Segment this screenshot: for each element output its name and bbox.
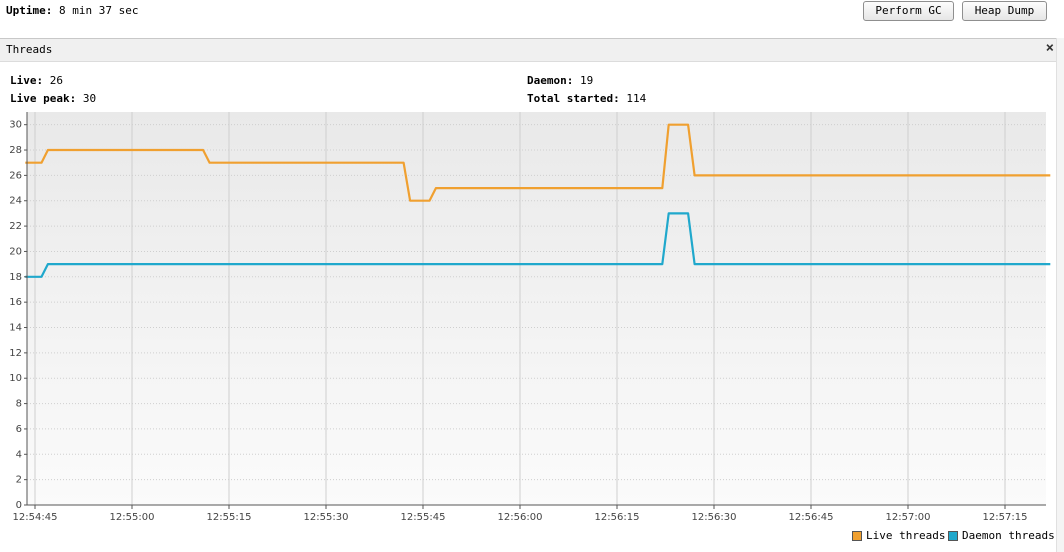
threads-chart: 02468101214161820222426283012:54:45 12:55…: [9, 112, 1051, 523]
y-tick-label: 8: [16, 399, 22, 410]
legend-live-label: Live threads: [866, 529, 946, 542]
x-tick-label: 12:57:00: [886, 512, 931, 523]
y-tick-label: 28: [9, 145, 22, 156]
y-tick-label: 10: [9, 373, 22, 384]
y-tick-label: 2: [16, 475, 22, 486]
live-value: 26: [49, 74, 63, 87]
live-stat: Live: 26: [10, 74, 63, 87]
daemon-value: 19: [579, 74, 594, 87]
x-tick-label: 12:55:30: [304, 512, 349, 523]
x-tick-label: 12:57:15: [983, 512, 1028, 523]
live-threads-swatch: [852, 530, 862, 541]
live-label: Live:: [10, 74, 44, 87]
legend-daemon-label: Daemon threads: [962, 529, 1055, 542]
total-started-value: 114: [626, 92, 647, 105]
x-tick-label: 12:56:00: [498, 512, 543, 523]
heap-dump-button[interactable]: Heap Dump: [962, 1, 1047, 21]
daemon-label: Daemon:: [527, 74, 574, 87]
x-tick-label: 12:56:15: [595, 512, 640, 523]
live-peak-label: Live peak:: [10, 92, 77, 105]
uptime-value: 8 min 37 sec: [58, 4, 139, 17]
y-tick-label: 6: [16, 424, 22, 435]
top-bar: Uptime: 8 min 37 sec Perform GC Heap Dum…: [0, 0, 1064, 36]
live-peak-stat: Live peak: 30: [10, 92, 96, 105]
daemon-stat: Daemon: 19: [527, 74, 593, 87]
uptime: Uptime: 8 min 37 sec: [6, 4, 138, 17]
total-started-label: Total started:: [527, 92, 620, 105]
y-tick-label: 20: [9, 246, 22, 257]
y-tick-label: 30: [9, 120, 22, 131]
y-tick-label: 18: [9, 272, 22, 283]
legend-live: Live threads: [852, 529, 945, 542]
uptime-label: Uptime:: [6, 4, 53, 17]
x-tick-label: 12:55:15: [207, 512, 252, 523]
legend-daemon: Daemon threads: [948, 529, 1055, 542]
y-tick-label: 4: [16, 449, 22, 460]
y-tick-label: 12: [9, 348, 22, 359]
y-tick-label: 24: [9, 196, 22, 207]
x-tick-label: 12:56:45: [789, 512, 834, 523]
y-tick-label: 16: [9, 297, 22, 308]
x-tick-label: 12:55:45: [401, 512, 446, 523]
daemon-threads-swatch: [948, 530, 958, 541]
y-tick-label: 22: [9, 221, 22, 232]
total-started-stat: Total started: 114: [527, 92, 646, 105]
close-icon[interactable]: ×: [1046, 40, 1054, 56]
live-peak-value: 30: [82, 92, 97, 105]
x-tick-label: 12:54:45: [13, 512, 58, 523]
x-tick-label: 12:56:30: [692, 512, 737, 523]
y-tick-label: 14: [9, 323, 22, 334]
vertical-scrollbar[interactable]: [1056, 38, 1064, 552]
plot-background: [27, 112, 1046, 505]
y-tick-label: 0: [16, 500, 22, 511]
panel-title: Threads: [6, 43, 53, 56]
y-tick-label: 26: [9, 170, 22, 181]
perform-gc-button[interactable]: Perform GC: [863, 1, 954, 21]
x-tick-label: 12:55:00: [110, 512, 155, 523]
threads-panel-header: Threads ×: [0, 38, 1056, 62]
